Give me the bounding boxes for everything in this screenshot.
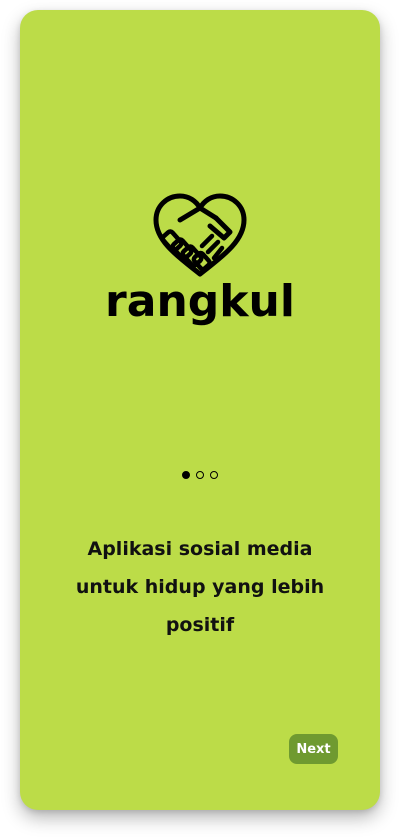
brand-logo: rangkul [20,190,380,340]
heart-handshake-icon [153,193,247,277]
page-indicator-2[interactable] [196,471,204,479]
page-indicator-1[interactable] [182,471,190,479]
onboarding-screen: rangkul Aplikasi sosial media untuk hidu… [20,10,380,810]
next-button[interactable]: Next [289,734,338,764]
brand-name: rangkul [105,276,295,327]
pagination-dots [20,470,380,482]
onboarding-tagline: Aplikasi sosial media untuk hidup yang l… [75,538,325,636]
page-indicator-3[interactable] [210,471,218,479]
